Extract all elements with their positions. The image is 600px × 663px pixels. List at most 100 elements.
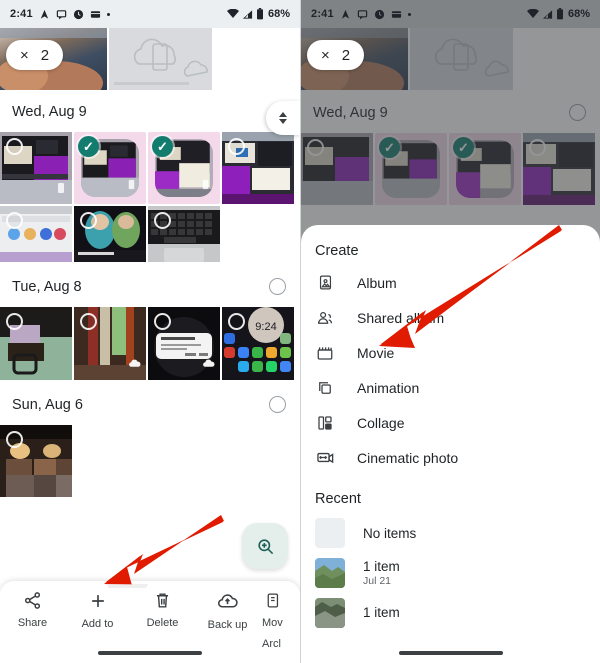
toolbar-label: Add to xyxy=(81,618,114,630)
menu-item-movie[interactable]: Movie xyxy=(301,335,600,370)
battery-icon xyxy=(256,8,264,20)
photo-thumbnail[interactable] xyxy=(0,132,72,204)
selection-count-pill[interactable]: × 2 xyxy=(307,40,365,70)
select-all-circle[interactable] xyxy=(269,396,286,413)
photo-thumbnail[interactable] xyxy=(222,132,294,204)
select-circle[interactable] xyxy=(6,313,23,330)
zoom-in-icon xyxy=(257,538,273,554)
menu-item-collage[interactable]: Collage xyxy=(301,405,600,440)
date-header-sun-aug-6: Sun, Aug 6 xyxy=(0,382,300,425)
recent-item-no-items[interactable]: No items xyxy=(301,513,600,553)
scrollbar-thumb[interactable] xyxy=(266,101,300,135)
recent-item-text: 1 item Jul 21 xyxy=(363,559,400,587)
svg-text:9:24: 9:24 xyxy=(255,321,276,333)
zoom-in-fab-button[interactable] xyxy=(242,523,288,569)
photo-thumbnail[interactable] xyxy=(74,307,146,380)
select-circle[interactable] xyxy=(228,138,245,155)
photo-grid-tue-aug-8: 9:24 xyxy=(0,307,300,380)
trash-icon xyxy=(156,593,169,608)
selected-check-icon[interactable]: ✓ xyxy=(152,136,173,157)
chat-icon xyxy=(357,9,368,20)
toolbar-label: Mov xyxy=(262,617,283,629)
select-circle[interactable] xyxy=(6,212,23,229)
wallet-icon xyxy=(90,9,101,20)
recent-item-title: No items xyxy=(363,525,417,541)
menu-item-shared-album[interactable]: Shared album xyxy=(301,300,600,335)
select-circle[interactable] xyxy=(6,138,23,155)
photo-thumbnail[interactable]: 9:24 xyxy=(222,307,294,380)
signal-icon xyxy=(242,9,253,20)
clock-icon xyxy=(374,9,385,20)
collage-icon xyxy=(315,414,335,432)
toolbar-label: Delete xyxy=(146,617,179,629)
toolbar-label-line2: Arcl xyxy=(262,637,281,650)
photo-thumbnail[interactable] xyxy=(0,425,72,497)
plus-icon xyxy=(91,595,104,607)
cloud-backup-icon xyxy=(202,357,215,375)
select-circle[interactable] xyxy=(6,431,23,448)
menu-item-animation[interactable]: Animation xyxy=(301,370,600,405)
status-bar-left: 2:41 xyxy=(311,8,411,20)
photo-row xyxy=(0,206,300,262)
recent-section-title: Recent xyxy=(315,491,361,507)
toolbar-button-move-to-archive[interactable]: Mov Arcl xyxy=(260,591,300,652)
movie-icon xyxy=(315,344,335,362)
selection-count-pill[interactable]: × 2 xyxy=(6,40,64,70)
photo-thumbnail[interactable] xyxy=(0,206,72,262)
dual-screenshot-container: 2:41 68% × 2 Wed, Aug 9 ✓ ✓ Tue, Aug 8 9… xyxy=(0,0,600,663)
recent-item-1[interactable]: 1 item Jul 21 xyxy=(301,553,600,593)
menu-item-album[interactable]: Album xyxy=(301,265,600,300)
toolbar-button-back-up[interactable]: Back up xyxy=(195,591,260,633)
album-thumbnail xyxy=(315,558,345,588)
date-label: Tue, Aug 8 xyxy=(12,278,82,295)
menu-item-cinematic-photo[interactable]: Cinematic photo xyxy=(301,440,600,475)
close-icon[interactable]: × xyxy=(321,48,330,63)
selected-check-icon[interactable]: ✓ xyxy=(78,136,99,157)
date-label: Wed, Aug 9 xyxy=(12,104,87,120)
wifi-icon xyxy=(526,9,539,19)
chevron-up-icon xyxy=(279,112,287,117)
select-circle[interactable] xyxy=(154,313,171,330)
menu-item-label: Movie xyxy=(357,344,395,361)
album-thumbnail xyxy=(315,598,345,628)
recent-item-2[interactable]: 1 item xyxy=(301,593,600,633)
toolbar-button-share[interactable]: Share xyxy=(0,591,65,631)
menu-item-label: Cinematic photo xyxy=(357,449,459,466)
photo-thumbnail[interactable] xyxy=(148,206,220,262)
menu-item-label: Collage xyxy=(357,414,405,431)
select-circle[interactable] xyxy=(228,313,245,330)
battery-percent: 68% xyxy=(267,8,290,20)
top-partial-photo-strip: × 2 xyxy=(0,28,300,90)
home-indicator xyxy=(98,651,202,655)
photo-thumbnail-selected[interactable]: ✓ xyxy=(74,132,146,204)
share-icon xyxy=(24,592,41,609)
more-dot-icon xyxy=(407,12,411,16)
status-bar-time: 2:41 xyxy=(10,8,33,20)
photo-thumbnail[interactable] xyxy=(148,307,220,380)
select-circle[interactable] xyxy=(80,212,97,229)
photo-thumbnail-selected[interactable]: ✓ xyxy=(148,132,220,204)
toolbar-button-add-to[interactable]: Add to xyxy=(65,591,130,632)
status-bar-right: 68% xyxy=(226,8,290,20)
toolbar-button-delete[interactable]: Delete xyxy=(130,591,195,631)
battery-percent: 68% xyxy=(567,8,590,20)
status-bar-right: 68% xyxy=(526,8,590,20)
status-bar-time: 2:41 xyxy=(311,8,334,20)
select-all-circle[interactable] xyxy=(269,278,286,295)
date-header-tue-aug-8: Tue, Aug 8 xyxy=(0,264,300,307)
photo-thumbnail[interactable] xyxy=(74,206,146,262)
add-to-bottom-sheet: Create Album Shared album Movie Animatio… xyxy=(301,225,600,663)
backup-cloud-icon xyxy=(217,594,238,608)
status-bar: 2:41 68% xyxy=(301,0,600,28)
date-header-wed-aug-9: Wed, Aug 9 xyxy=(0,90,300,132)
cloud-backup-icon xyxy=(128,357,141,375)
select-circle[interactable] xyxy=(154,212,171,229)
select-circle[interactable] xyxy=(80,313,97,330)
animation-icon xyxy=(315,379,335,397)
chevron-down-icon xyxy=(279,119,287,124)
device-badge-icon xyxy=(126,177,137,195)
close-icon[interactable]: × xyxy=(20,48,29,63)
navigation-icon xyxy=(340,9,351,20)
photo-thumbnail[interactable] xyxy=(109,28,212,90)
photo-thumbnail[interactable] xyxy=(0,307,72,380)
